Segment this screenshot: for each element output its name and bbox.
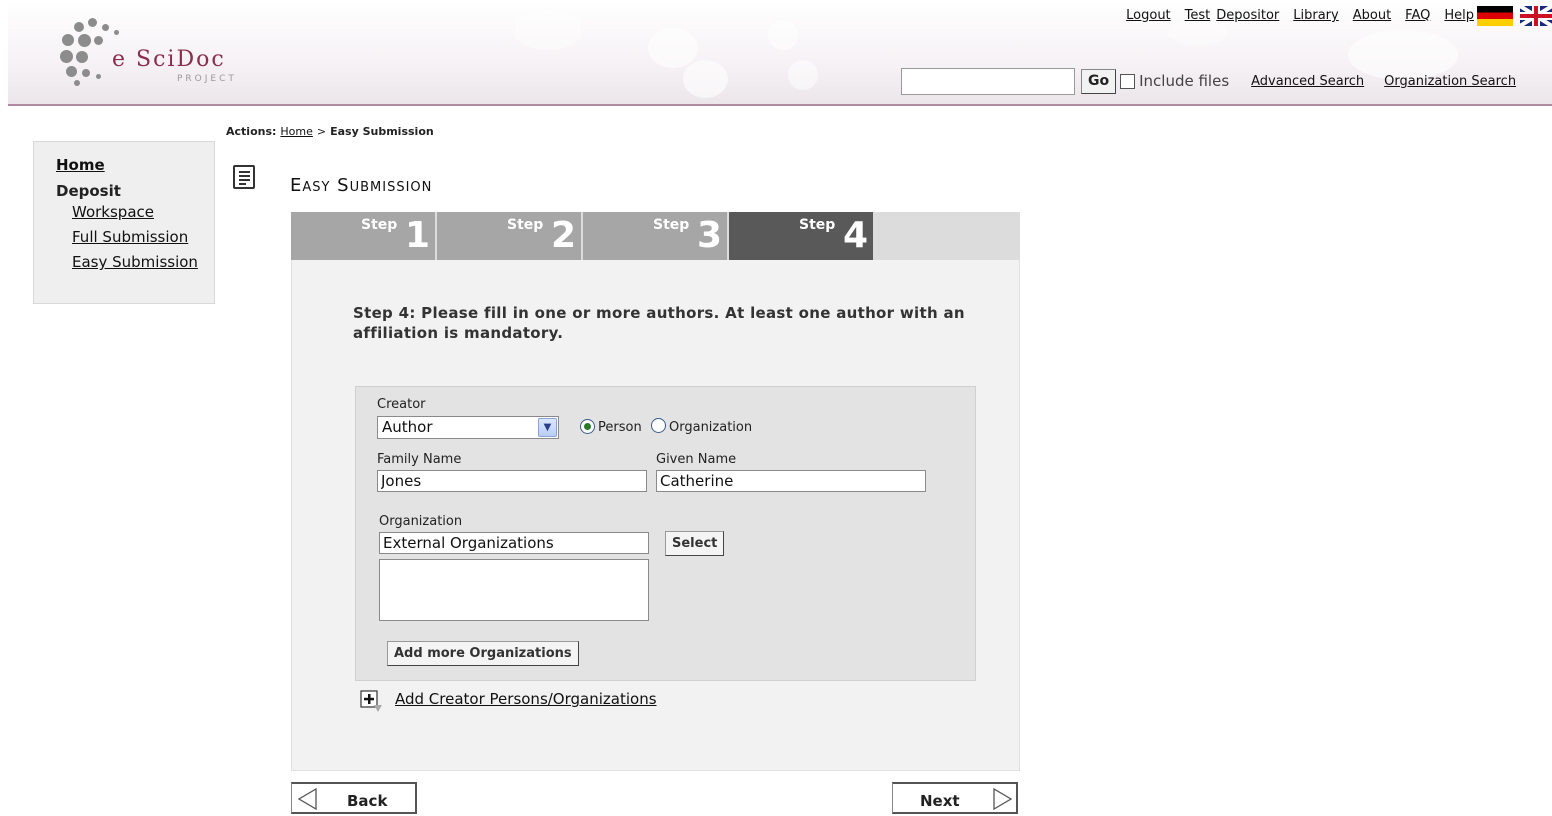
decorative-bubble xyxy=(1168,20,1228,45)
next-button-label: Next xyxy=(920,792,960,810)
chevron-down-icon[interactable]: ▼ xyxy=(538,418,557,437)
document-icon xyxy=(233,165,255,189)
next-button[interactable]: Next xyxy=(892,782,1018,814)
add-plus-icon[interactable] xyxy=(360,690,386,714)
user-first-name-link[interactable]: Test xyxy=(1185,8,1211,23)
top-navigation: Logout Test Depositor Library About FAQ … xyxy=(1126,8,1474,23)
logo-subtitle: PROJECT xyxy=(177,74,237,84)
advanced-search-link[interactable]: Advanced Search xyxy=(1251,74,1364,89)
nav-section-deposit: Deposit xyxy=(56,182,121,200)
include-files-label: Include files xyxy=(1139,72,1230,90)
user-last-name-link[interactable]: Depositor xyxy=(1216,8,1279,23)
step-4-active: Step 4 xyxy=(729,212,873,260)
creator-box: Creator Author ▼ Person Organization Fam… xyxy=(355,386,976,681)
english-flag-icon[interactable] xyxy=(1520,6,1552,26)
add-more-organizations-button[interactable]: Add more Organizations xyxy=(387,641,579,666)
step-2-number: 2 xyxy=(551,215,577,256)
organization-radio-label: Organization xyxy=(669,420,753,435)
breadcrumb-prefix: Actions: xyxy=(226,125,277,138)
faq-link[interactable]: FAQ xyxy=(1405,8,1430,23)
nav-easy-submission-link[interactable]: Easy Submission xyxy=(72,253,214,271)
decorative-flower xyxy=(648,28,698,68)
given-name-field[interactable] xyxy=(656,470,926,492)
creator-role-select[interactable]: Author ▼ xyxy=(377,416,559,439)
step-1-word: Step xyxy=(361,217,398,233)
go-button[interactable]: Go xyxy=(1081,68,1117,94)
nav-full-submission-link[interactable]: Full Submission xyxy=(72,228,214,246)
step-4-number: 4 xyxy=(843,215,869,256)
person-radio-label: Person xyxy=(598,420,642,435)
add-creator-link[interactable]: Add Creator Persons/Organizations xyxy=(395,690,657,708)
step-indicator: Step 1 Step 2 Step 3 Step 4 xyxy=(291,212,1020,260)
nav-workspace-link[interactable]: Workspace xyxy=(72,203,214,221)
organization-field[interactable] xyxy=(379,532,649,554)
creator-role-value: Author xyxy=(382,418,433,436)
family-name-label: Family Name xyxy=(377,452,462,467)
back-button[interactable]: Back xyxy=(291,782,417,814)
logout-link[interactable]: Logout xyxy=(1126,8,1171,23)
decorative-flower xyxy=(768,20,798,50)
step-3-number: 3 xyxy=(697,215,723,256)
select-organization-button[interactable]: Select xyxy=(665,531,725,556)
person-radio[interactable] xyxy=(580,419,595,434)
given-name-label: Given Name xyxy=(656,452,737,467)
breadcrumb-home-link[interactable]: Home xyxy=(280,125,312,138)
submission-panel: Step 4: Please fill in one or more autho… xyxy=(291,260,1020,771)
page-title: Easy Submission xyxy=(290,175,433,196)
organization-details-textarea[interactable] xyxy=(379,559,649,621)
escidoc-logo[interactable]: e SciDoc PROJECT xyxy=(52,14,252,94)
step-4-word: Step xyxy=(799,217,836,233)
organization-search-link[interactable]: Organization Search xyxy=(1384,74,1516,89)
decorative-butterfly xyxy=(513,10,583,50)
nav-home-link[interactable]: Home xyxy=(56,156,214,174)
header: e SciDoc PROJECT Logout Test Depositor L… xyxy=(8,0,1552,106)
organization-radio[interactable] xyxy=(651,418,666,433)
step-3-word: Step xyxy=(653,217,690,233)
library-link[interactable]: Library xyxy=(1293,8,1338,23)
about-link[interactable]: About xyxy=(1353,8,1391,23)
include-files-checkbox[interactable] xyxy=(1120,73,1136,89)
left-navigation: Home Deposit Workspace Full Submission E… xyxy=(33,141,215,304)
breadcrumb-separator: > xyxy=(316,125,327,138)
step-2: Step 2 xyxy=(437,212,581,260)
family-name-field[interactable] xyxy=(377,470,647,492)
search-input[interactable] xyxy=(901,67,1075,95)
back-button-label: Back xyxy=(347,792,388,810)
user-name: Test Depositor xyxy=(1185,8,1280,23)
step-1: Step 1 xyxy=(291,212,435,260)
creator-label: Creator xyxy=(377,397,426,412)
breadcrumb-current: Easy Submission xyxy=(330,125,434,138)
step-1-number: 1 xyxy=(405,215,431,256)
help-link[interactable]: Help xyxy=(1444,8,1474,23)
step-3: Step 3 xyxy=(583,212,727,260)
breadcrumb: Actions: Home > Easy Submission xyxy=(226,125,434,138)
search-bar: Go Include files Advanced Search Organiz… xyxy=(901,67,1516,95)
arrow-left-icon xyxy=(297,787,317,811)
arrow-right-icon xyxy=(993,787,1013,811)
organization-label: Organization xyxy=(379,514,463,529)
decorative-flower xyxy=(683,60,728,98)
german-flag-icon[interactable] xyxy=(1477,6,1513,26)
decorative-flower xyxy=(788,60,818,90)
logo-text: e SciDoc xyxy=(112,47,226,72)
step-instructions: Step 4: Please fill in one or more autho… xyxy=(353,304,965,342)
step-2-word: Step xyxy=(507,217,544,233)
